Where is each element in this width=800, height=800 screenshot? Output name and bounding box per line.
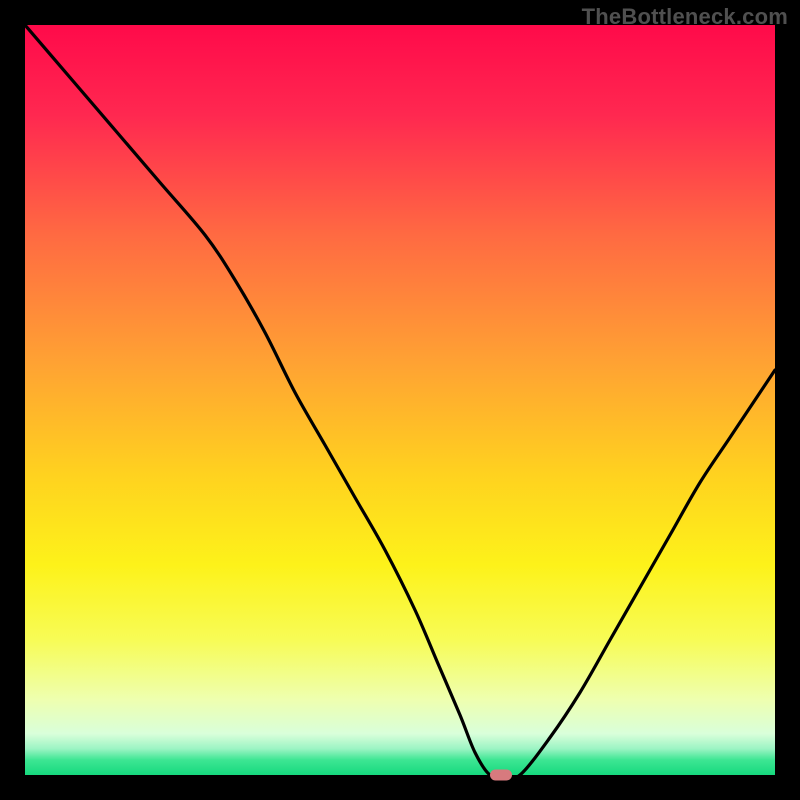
- plot-area: [25, 25, 775, 775]
- bottleneck-curve: [25, 25, 775, 775]
- chart-frame: TheBottleneck.com: [0, 0, 800, 800]
- optimal-marker: [490, 770, 512, 781]
- watermark-text: TheBottleneck.com: [582, 4, 788, 30]
